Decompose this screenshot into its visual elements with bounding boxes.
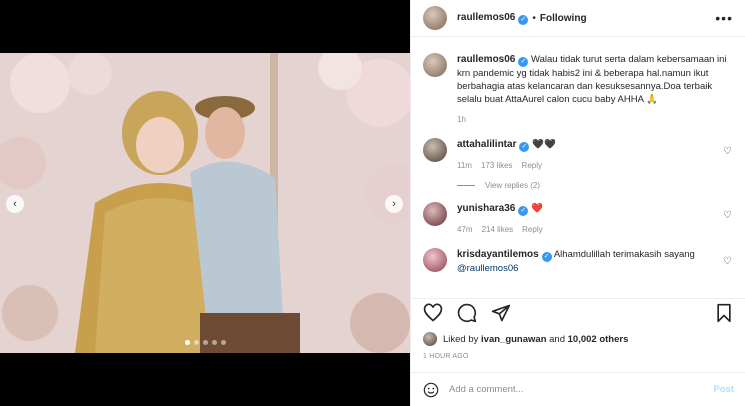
replies-divider bbox=[457, 185, 475, 186]
media-pane: ‹ › bbox=[0, 0, 410, 406]
verified-badge-icon: ✓ bbox=[541, 252, 552, 262]
carousel-indicator bbox=[0, 340, 410, 345]
reply-button[interactable]: Reply bbox=[522, 159, 542, 172]
comment-item: krisdayantilemos ✓ Alhamdulillah terimaka… bbox=[423, 248, 734, 275]
carousel-next-button[interactable]: › bbox=[385, 195, 403, 213]
likes-and: and bbox=[549, 333, 565, 345]
comment-text: Alhamdulillah terimakasih sayang bbox=[553, 249, 695, 260]
view-replies-button[interactable]: View replies (2) bbox=[457, 181, 734, 190]
carousel-dot bbox=[211, 340, 217, 345]
post-photo[interactable] bbox=[0, 53, 410, 353]
likes-count[interactable]: 10,002 others bbox=[568, 334, 629, 345]
comment-like-heart-icon[interactable]: ♡ bbox=[723, 210, 732, 221]
comment-mention-link[interactable]: @raullemos06 bbox=[457, 263, 518, 274]
comment-username[interactable]: yunishara36 bbox=[457, 203, 515, 214]
post-comment-button[interactable]: Post bbox=[713, 384, 734, 395]
author-username[interactable]: raullemos06 bbox=[457, 12, 515, 23]
carousel-dot bbox=[193, 340, 199, 345]
more-options-icon[interactable]: ••• bbox=[715, 10, 733, 26]
verified-badge-icon: ✓ bbox=[518, 206, 529, 216]
verified-badge-icon: ✓ bbox=[518, 14, 529, 25]
caption-time: 1h bbox=[457, 115, 466, 124]
caption-username[interactable]: raullemos06 bbox=[457, 54, 515, 65]
comment-likes[interactable]: 173 likes bbox=[481, 159, 513, 172]
commenter-avatar[interactable] bbox=[423, 202, 447, 226]
commenter-avatar[interactable] bbox=[423, 248, 447, 272]
comment-input[interactable] bbox=[449, 384, 689, 395]
commenter-avatar[interactable] bbox=[423, 138, 447, 162]
comment-time: 47m bbox=[457, 225, 473, 234]
liker-avatar[interactable] bbox=[423, 332, 437, 346]
comment-text: 🖤🖤 bbox=[532, 139, 556, 150]
post-header: raullemos06 ✓ • Following ••• bbox=[411, 0, 745, 37]
comment-item: attahalilintar ✓ 🖤🖤 11m 173 likes Reply ♡ bbox=[423, 138, 734, 172]
post-timestamp: 1 HOUR AGO bbox=[423, 353, 469, 360]
carousel-dot bbox=[202, 340, 208, 345]
comment-likes[interactable]: 214 likes bbox=[482, 223, 514, 236]
view-replies-label: View replies (2) bbox=[485, 181, 540, 190]
caption: raullemos06 ✓ Walau tidak turut serta dal… bbox=[423, 53, 734, 126]
comment-text: ❤️ bbox=[531, 203, 543, 214]
carousel-dot bbox=[184, 340, 190, 345]
verified-badge-icon: ✓ bbox=[518, 57, 529, 67]
comment-bubble-icon[interactable] bbox=[457, 303, 477, 323]
following-button[interactable]: Following bbox=[540, 13, 587, 24]
comment-like-heart-icon[interactable]: ♡ bbox=[723, 256, 732, 267]
likes-prefix: Liked by bbox=[443, 333, 479, 345]
carousel-prev-button[interactable]: ‹ bbox=[6, 195, 24, 213]
verified-badge-icon: ✓ bbox=[519, 142, 530, 152]
heart-outline-icon[interactable] bbox=[423, 303, 443, 323]
reply-button[interactable]: Reply bbox=[522, 223, 542, 236]
wedding-photo-illustration bbox=[0, 53, 410, 353]
comments-list[interactable]: raullemos06 ✓ Walau tidak turut serta dal… bbox=[411, 37, 745, 295]
liker-username[interactable]: ivan_gunawan bbox=[481, 334, 546, 345]
smiley-icon[interactable] bbox=[423, 382, 439, 398]
comment-time: 11m bbox=[457, 161, 472, 170]
comment-item: yunishara36 ✓ ❤️ 47m 214 likes Reply ♡ bbox=[423, 202, 734, 236]
post-sidebar: raullemos06 ✓ • Following ••• raullemos06… bbox=[410, 0, 745, 406]
author-avatar[interactable] bbox=[423, 53, 447, 77]
likes-summary: Liked by ivan_gunawan and 10,002 others bbox=[423, 332, 628, 346]
comment-like-heart-icon[interactable]: ♡ bbox=[723, 146, 732, 157]
bookmark-icon[interactable] bbox=[714, 303, 734, 323]
add-comment-bar: Post bbox=[411, 372, 745, 406]
carousel-dot bbox=[220, 340, 226, 345]
separator-dot: • bbox=[532, 12, 536, 24]
post-actions bbox=[411, 298, 745, 326]
comment-username[interactable]: krisdayantilemos bbox=[457, 249, 539, 260]
comment-username[interactable]: attahalilintar bbox=[457, 139, 516, 150]
author-avatar[interactable] bbox=[423, 6, 447, 30]
paper-plane-icon[interactable] bbox=[491, 303, 511, 323]
